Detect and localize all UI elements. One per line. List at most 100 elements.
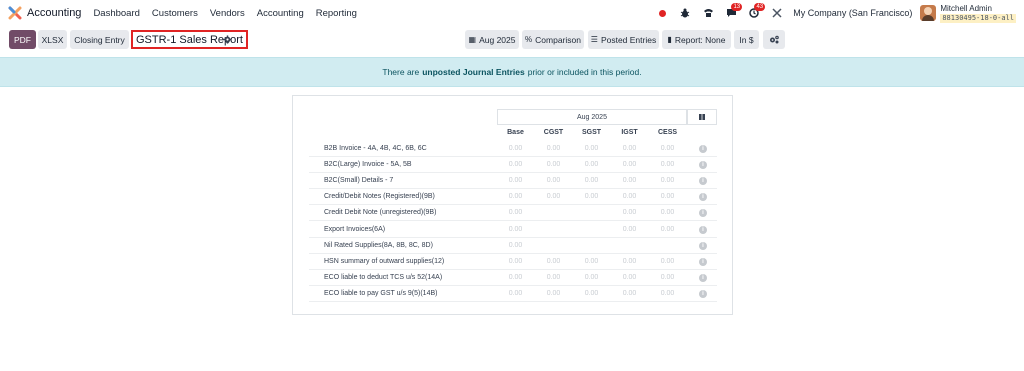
info-icon[interactable]: i xyxy=(699,161,707,170)
info-icon[interactable]: i xyxy=(699,257,707,266)
app-brand[interactable]: Accounting xyxy=(8,6,93,20)
info-icon[interactable]: i xyxy=(699,145,707,153)
database-name: 88130495-18-0-all xyxy=(940,13,1016,23)
report-cell-cgst: 0.00 xyxy=(546,145,561,152)
activity-clock-icon[interactable]: 43 xyxy=(747,3,766,20)
posted-entries-label: Posted Entries xyxy=(600,34,657,45)
date-filter-button[interactable]: ▦ Aug 2025 xyxy=(465,30,519,49)
alert-suffix: prior or included in this period. xyxy=(527,67,642,77)
report-type-button[interactable]: ▮ Report: None xyxy=(662,30,731,49)
info-icon[interactable]: i xyxy=(699,289,707,298)
menu-reporting[interactable]: Reporting xyxy=(316,8,357,19)
info-icon[interactable]: i xyxy=(699,209,707,218)
user-menu[interactable]: Mitchell Admin 88130495-18-0-all xyxy=(940,4,1016,23)
company-switcher[interactable]: My Company (San Francisco) xyxy=(793,8,912,18)
report-cell-cgst: 0.00 xyxy=(546,193,561,201)
pdf-button[interactable]: PDF xyxy=(9,30,36,49)
report-cell-sgst: 0.00 xyxy=(584,161,599,169)
xlsx-button[interactable]: XLSX xyxy=(38,30,67,49)
report-row-label: HSN summary of outward supplies(12) xyxy=(324,257,445,265)
report-cell-sgst: 0.00 xyxy=(584,145,599,152)
report-cell-igst: 0.00 xyxy=(622,161,637,169)
report-cell-base: 0.00 xyxy=(508,289,523,297)
calendar-icon: ▦ xyxy=(468,35,477,44)
currency-button[interactable]: In $ xyxy=(734,30,759,49)
report-cell-base: 0.00 xyxy=(508,193,523,201)
column-header-base: Base xyxy=(507,129,524,136)
report-type-label: Report: None xyxy=(674,34,726,45)
accounting-logo-icon xyxy=(8,6,22,20)
report-row[interactable]: HSN summary of outward supplies(12) 0.00 0… xyxy=(309,254,717,270)
report-cell-cess: 0.00 xyxy=(660,273,675,281)
alert-prefix: There are xyxy=(382,67,420,77)
comparison-label: Comparison xyxy=(535,34,581,45)
messages-icon[interactable]: 13 xyxy=(724,3,743,20)
info-icon[interactable]: i xyxy=(699,193,707,202)
report-row[interactable]: B2C(Small) Details - 7 0.00 0.00 0.00 0.00 0.… xyxy=(309,173,717,190)
percent-icon: % xyxy=(525,35,533,44)
user-avatar[interactable] xyxy=(920,5,937,21)
recording-icon[interactable] xyxy=(655,6,669,20)
report-settings-gear-icon[interactable] xyxy=(223,35,232,44)
report-cell-cess: 0.00 xyxy=(660,177,675,185)
report-row-label: B2C(Small) Details - 7 xyxy=(324,177,394,185)
report-row-label: Export Invoices(6A) xyxy=(324,225,386,233)
report-row[interactable]: B2B Invoice - 4A, 4B, 4C, 6B, 6C 0.00 0.00… xyxy=(309,141,717,157)
options-cogs-button[interactable] xyxy=(763,30,785,49)
info-icon[interactable]: i xyxy=(699,225,707,234)
info-icon[interactable]: i xyxy=(699,273,707,282)
report-cell-cess: 0.00 xyxy=(660,225,675,233)
report-row[interactable]: ECO liable to pay GST u/s 9(5)(14B) 0.00 0… xyxy=(309,286,717,302)
report-cell-igst: 0.00 xyxy=(622,145,637,152)
report-cell-base: 0.00 xyxy=(508,225,523,233)
menu-dashboard[interactable]: Dashboard xyxy=(93,8,139,19)
report-cell-cgst: 0.00 xyxy=(546,257,561,265)
report-cell-base: 0.00 xyxy=(508,257,523,265)
column-header-sgst: SGST xyxy=(581,129,602,136)
report-cell-igst: 0.00 xyxy=(622,225,637,233)
report-cell-cess: 0.00 xyxy=(660,209,675,217)
columns-icon xyxy=(699,114,705,120)
period-header: Aug 2025 xyxy=(497,109,687,125)
tools-icon[interactable] xyxy=(770,6,784,20)
menu-customers[interactable]: Customers xyxy=(152,8,198,19)
comparison-button[interactable]: % Comparison xyxy=(522,30,584,49)
report-cell-cess: 0.00 xyxy=(660,289,675,297)
column-options-button[interactable] xyxy=(687,109,717,125)
report-cell-cgst: 0.00 xyxy=(546,273,561,281)
report-cell-igst: 0.00 xyxy=(622,289,637,297)
info-icon[interactable]: i xyxy=(699,241,707,250)
report-cell-igst: 0.00 xyxy=(622,177,637,185)
info-icon[interactable]: i xyxy=(699,177,707,186)
report-cell-base: 0.00 xyxy=(508,241,523,249)
report-row-label: ECO liable to pay GST u/s 9(5)(14B) xyxy=(324,289,438,297)
date-filter-label: Aug 2025 xyxy=(479,34,516,45)
report-row-label: Credit/Debit Notes (Registered)(9B) xyxy=(324,193,435,201)
menu-accounting[interactable]: Accounting xyxy=(257,8,304,19)
report-cell-igst: 0.00 xyxy=(622,193,637,201)
report-cell-sgst: 0.00 xyxy=(584,273,599,281)
closing-entry-button[interactable]: Closing Entry xyxy=(70,30,129,49)
report-row[interactable]: Nil Rated Supplies(8A, 8B, 8C, 8D) 0.00 i xyxy=(309,238,717,254)
report-row-label: B2C(Large) Invoice - 5A, 5B xyxy=(324,161,412,169)
report-row[interactable]: Credit Debit Note (unregistered)(9B) 0.00… xyxy=(309,205,717,222)
report-row[interactable]: ECO liable to deduct TCS u/s 52(14A) 0.00… xyxy=(309,270,717,286)
column-header-cess: CESS xyxy=(657,129,678,136)
report-cell-base: 0.00 xyxy=(508,161,523,169)
report-row-label: Credit Debit Note (unregistered)(9B) xyxy=(324,209,437,217)
report-row[interactable]: Export Invoices(6A) 0.00 0.00 0.00 i xyxy=(309,222,717,238)
report-cell-base: 0.00 xyxy=(508,177,523,185)
report-row[interactable]: B2C(Large) Invoice - 5A, 5B 0.00 0.00 0.00 0… xyxy=(309,157,717,174)
phone-icon[interactable] xyxy=(701,6,715,20)
bug-icon[interactable] xyxy=(678,6,692,20)
report-cell-cess: 0.00 xyxy=(660,145,675,152)
report-row[interactable]: Credit/Debit Notes (Registered)(9B) 0.00 0… xyxy=(309,189,717,206)
report-cell-cess: 0.00 xyxy=(660,257,675,265)
unposted-entries-link[interactable]: unposted Journal Entries xyxy=(422,67,525,77)
menu-vendors[interactable]: Vendors xyxy=(210,8,245,19)
column-header-cgst: CGST xyxy=(543,129,564,136)
posted-entries-button[interactable]: ☰ Posted Entries xyxy=(588,30,659,49)
app-name: Accounting xyxy=(27,7,82,19)
report-cell-cgst: 0.00 xyxy=(546,161,561,169)
report-cell-sgst: 0.00 xyxy=(584,193,599,201)
